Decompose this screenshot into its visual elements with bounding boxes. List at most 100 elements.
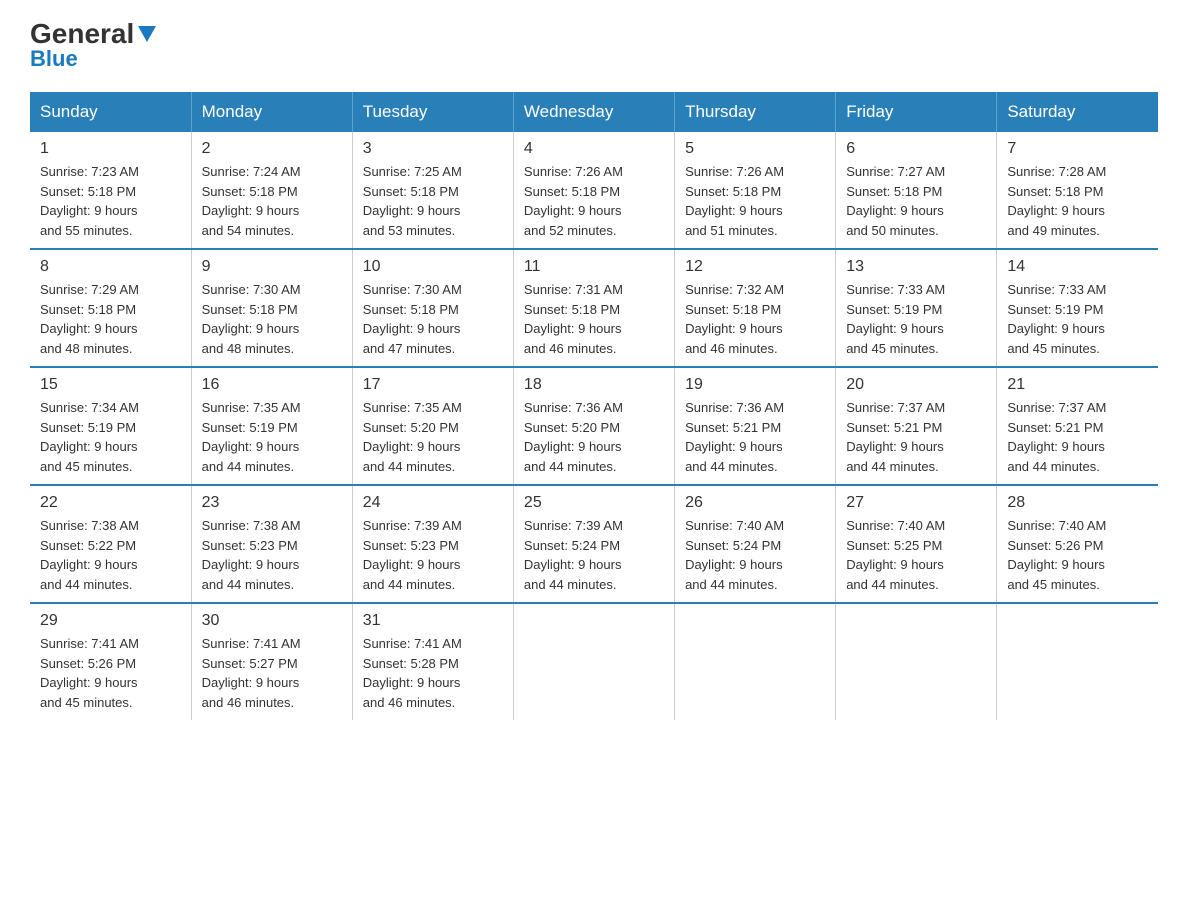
day-info: Sunrise: 7:37 AMSunset: 5:21 PMDaylight:… bbox=[1007, 398, 1148, 476]
calendar-body: 1 Sunrise: 7:23 AMSunset: 5:18 PMDayligh… bbox=[30, 132, 1158, 720]
day-info: Sunrise: 7:30 AMSunset: 5:18 PMDaylight:… bbox=[363, 280, 503, 358]
day-info: Sunrise: 7:36 AMSunset: 5:21 PMDaylight:… bbox=[685, 398, 825, 476]
weekday-header-monday: Monday bbox=[191, 92, 352, 132]
day-number: 6 bbox=[846, 140, 986, 158]
day-number: 16 bbox=[202, 376, 342, 394]
calendar-cell: 8 Sunrise: 7:29 AMSunset: 5:18 PMDayligh… bbox=[30, 249, 191, 367]
day-info: Sunrise: 7:30 AMSunset: 5:18 PMDaylight:… bbox=[202, 280, 342, 358]
calendar-cell: 26 Sunrise: 7:40 AMSunset: 5:24 PMDaylig… bbox=[675, 485, 836, 603]
day-info: Sunrise: 7:35 AMSunset: 5:19 PMDaylight:… bbox=[202, 398, 342, 476]
day-number: 14 bbox=[1007, 258, 1148, 276]
day-number: 31 bbox=[363, 612, 503, 630]
weekday-header-sunday: Sunday bbox=[30, 92, 191, 132]
day-number: 28 bbox=[1007, 494, 1148, 512]
calendar-cell: 23 Sunrise: 7:38 AMSunset: 5:23 PMDaylig… bbox=[191, 485, 352, 603]
calendar-cell bbox=[513, 603, 674, 720]
weekday-header-friday: Friday bbox=[836, 92, 997, 132]
calendar-cell: 25 Sunrise: 7:39 AMSunset: 5:24 PMDaylig… bbox=[513, 485, 674, 603]
day-number: 8 bbox=[40, 258, 181, 276]
day-info: Sunrise: 7:24 AMSunset: 5:18 PMDaylight:… bbox=[202, 162, 342, 240]
calendar-cell: 29 Sunrise: 7:41 AMSunset: 5:26 PMDaylig… bbox=[30, 603, 191, 720]
calendar-table: SundayMondayTuesdayWednesdayThursdayFrid… bbox=[30, 92, 1158, 720]
logo: General Blue bbox=[30, 20, 158, 72]
day-info: Sunrise: 7:33 AMSunset: 5:19 PMDaylight:… bbox=[1007, 280, 1148, 358]
day-number: 19 bbox=[685, 376, 825, 394]
day-info: Sunrise: 7:23 AMSunset: 5:18 PMDaylight:… bbox=[40, 162, 181, 240]
day-number: 25 bbox=[524, 494, 664, 512]
day-number: 17 bbox=[363, 376, 503, 394]
calendar-week-row: 29 Sunrise: 7:41 AMSunset: 5:26 PMDaylig… bbox=[30, 603, 1158, 720]
calendar-cell: 21 Sunrise: 7:37 AMSunset: 5:21 PMDaylig… bbox=[997, 367, 1158, 485]
day-info: Sunrise: 7:40 AMSunset: 5:24 PMDaylight:… bbox=[685, 516, 825, 594]
day-number: 20 bbox=[846, 376, 986, 394]
calendar-cell: 24 Sunrise: 7:39 AMSunset: 5:23 PMDaylig… bbox=[352, 485, 513, 603]
day-number: 10 bbox=[363, 258, 503, 276]
calendar-cell: 2 Sunrise: 7:24 AMSunset: 5:18 PMDayligh… bbox=[191, 132, 352, 249]
calendar-cell bbox=[675, 603, 836, 720]
calendar-cell: 14 Sunrise: 7:33 AMSunset: 5:19 PMDaylig… bbox=[997, 249, 1158, 367]
calendar-cell: 5 Sunrise: 7:26 AMSunset: 5:18 PMDayligh… bbox=[675, 132, 836, 249]
calendar-cell: 9 Sunrise: 7:30 AMSunset: 5:18 PMDayligh… bbox=[191, 249, 352, 367]
day-number: 15 bbox=[40, 376, 181, 394]
calendar-cell: 13 Sunrise: 7:33 AMSunset: 5:19 PMDaylig… bbox=[836, 249, 997, 367]
day-info: Sunrise: 7:31 AMSunset: 5:18 PMDaylight:… bbox=[524, 280, 664, 358]
logo-blue-text: Blue bbox=[30, 46, 78, 72]
day-number: 22 bbox=[40, 494, 181, 512]
calendar-week-row: 1 Sunrise: 7:23 AMSunset: 5:18 PMDayligh… bbox=[30, 132, 1158, 249]
calendar-cell: 3 Sunrise: 7:25 AMSunset: 5:18 PMDayligh… bbox=[352, 132, 513, 249]
day-info: Sunrise: 7:36 AMSunset: 5:20 PMDaylight:… bbox=[524, 398, 664, 476]
calendar-cell: 30 Sunrise: 7:41 AMSunset: 5:27 PMDaylig… bbox=[191, 603, 352, 720]
calendar-cell: 28 Sunrise: 7:40 AMSunset: 5:26 PMDaylig… bbox=[997, 485, 1158, 603]
weekday-header-wednesday: Wednesday bbox=[513, 92, 674, 132]
day-number: 23 bbox=[202, 494, 342, 512]
calendar-cell: 7 Sunrise: 7:28 AMSunset: 5:18 PMDayligh… bbox=[997, 132, 1158, 249]
day-number: 5 bbox=[685, 140, 825, 158]
calendar-cell: 15 Sunrise: 7:34 AMSunset: 5:19 PMDaylig… bbox=[30, 367, 191, 485]
calendar-cell bbox=[836, 603, 997, 720]
day-info: Sunrise: 7:41 AMSunset: 5:26 PMDaylight:… bbox=[40, 634, 181, 712]
calendar-cell: 12 Sunrise: 7:32 AMSunset: 5:18 PMDaylig… bbox=[675, 249, 836, 367]
day-info: Sunrise: 7:26 AMSunset: 5:18 PMDaylight:… bbox=[685, 162, 825, 240]
day-info: Sunrise: 7:41 AMSunset: 5:27 PMDaylight:… bbox=[202, 634, 342, 712]
weekday-header-saturday: Saturday bbox=[997, 92, 1158, 132]
calendar-cell: 19 Sunrise: 7:36 AMSunset: 5:21 PMDaylig… bbox=[675, 367, 836, 485]
day-info: Sunrise: 7:32 AMSunset: 5:18 PMDaylight:… bbox=[685, 280, 825, 358]
day-info: Sunrise: 7:29 AMSunset: 5:18 PMDaylight:… bbox=[40, 280, 181, 358]
day-info: Sunrise: 7:39 AMSunset: 5:23 PMDaylight:… bbox=[363, 516, 503, 594]
weekday-header-tuesday: Tuesday bbox=[352, 92, 513, 132]
day-info: Sunrise: 7:35 AMSunset: 5:20 PMDaylight:… bbox=[363, 398, 503, 476]
calendar-header: SundayMondayTuesdayWednesdayThursdayFrid… bbox=[30, 92, 1158, 132]
day-info: Sunrise: 7:27 AMSunset: 5:18 PMDaylight:… bbox=[846, 162, 986, 240]
calendar-cell: 18 Sunrise: 7:36 AMSunset: 5:20 PMDaylig… bbox=[513, 367, 674, 485]
calendar-cell: 10 Sunrise: 7:30 AMSunset: 5:18 PMDaylig… bbox=[352, 249, 513, 367]
weekday-header-thursday: Thursday bbox=[675, 92, 836, 132]
day-number: 27 bbox=[846, 494, 986, 512]
day-number: 11 bbox=[524, 258, 664, 276]
day-number: 12 bbox=[685, 258, 825, 276]
calendar-cell: 6 Sunrise: 7:27 AMSunset: 5:18 PMDayligh… bbox=[836, 132, 997, 249]
day-number: 1 bbox=[40, 140, 181, 158]
day-info: Sunrise: 7:40 AMSunset: 5:26 PMDaylight:… bbox=[1007, 516, 1148, 594]
calendar-cell: 1 Sunrise: 7:23 AMSunset: 5:18 PMDayligh… bbox=[30, 132, 191, 249]
day-number: 2 bbox=[202, 140, 342, 158]
day-number: 3 bbox=[363, 140, 503, 158]
day-info: Sunrise: 7:28 AMSunset: 5:18 PMDaylight:… bbox=[1007, 162, 1148, 240]
day-number: 21 bbox=[1007, 376, 1148, 394]
day-number: 13 bbox=[846, 258, 986, 276]
calendar-cell bbox=[997, 603, 1158, 720]
day-info: Sunrise: 7:26 AMSunset: 5:18 PMDaylight:… bbox=[524, 162, 664, 240]
day-info: Sunrise: 7:34 AMSunset: 5:19 PMDaylight:… bbox=[40, 398, 181, 476]
day-info: Sunrise: 7:33 AMSunset: 5:19 PMDaylight:… bbox=[846, 280, 986, 358]
day-number: 26 bbox=[685, 494, 825, 512]
day-info: Sunrise: 7:37 AMSunset: 5:21 PMDaylight:… bbox=[846, 398, 986, 476]
day-number: 9 bbox=[202, 258, 342, 276]
calendar-cell: 17 Sunrise: 7:35 AMSunset: 5:20 PMDaylig… bbox=[352, 367, 513, 485]
calendar-cell: 22 Sunrise: 7:38 AMSunset: 5:22 PMDaylig… bbox=[30, 485, 191, 603]
logo-general-text: General bbox=[30, 20, 134, 48]
calendar-cell: 20 Sunrise: 7:37 AMSunset: 5:21 PMDaylig… bbox=[836, 367, 997, 485]
calendar-cell: 27 Sunrise: 7:40 AMSunset: 5:25 PMDaylig… bbox=[836, 485, 997, 603]
day-number: 29 bbox=[40, 612, 181, 630]
day-info: Sunrise: 7:38 AMSunset: 5:23 PMDaylight:… bbox=[202, 516, 342, 594]
calendar-week-row: 22 Sunrise: 7:38 AMSunset: 5:22 PMDaylig… bbox=[30, 485, 1158, 603]
calendar-cell: 31 Sunrise: 7:41 AMSunset: 5:28 PMDaylig… bbox=[352, 603, 513, 720]
